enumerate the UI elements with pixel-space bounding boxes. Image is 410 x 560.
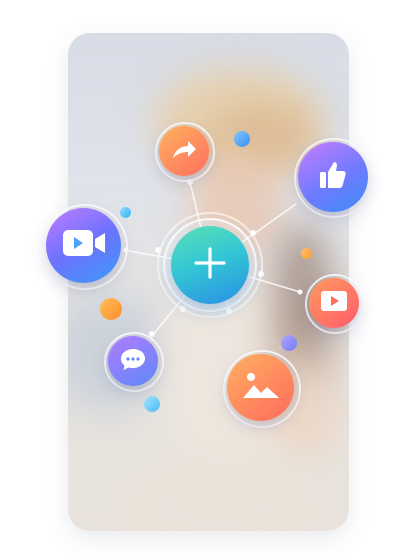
image-icon (242, 370, 280, 405)
comment-button[interactable] (103, 331, 163, 391)
decor-dot (234, 131, 250, 147)
thumbs-up-icon (317, 159, 349, 196)
add-button[interactable] (171, 226, 249, 304)
decor-dot (120, 207, 131, 218)
video-call-button[interactable] (41, 203, 126, 288)
play-button[interactable] (304, 273, 364, 333)
decor-dot (144, 396, 160, 412)
share-button[interactable] (154, 121, 214, 181)
play-icon (320, 289, 348, 318)
like-button[interactable] (293, 137, 373, 217)
share-arrow-icon (169, 136, 199, 167)
decor-dot (100, 298, 122, 320)
video-camera-icon (61, 227, 107, 264)
plus-icon (192, 245, 228, 286)
photo-button[interactable] (222, 349, 299, 426)
decor-dot (301, 248, 312, 259)
decor-dot (281, 335, 297, 351)
chat-bubble-icon (120, 347, 146, 376)
